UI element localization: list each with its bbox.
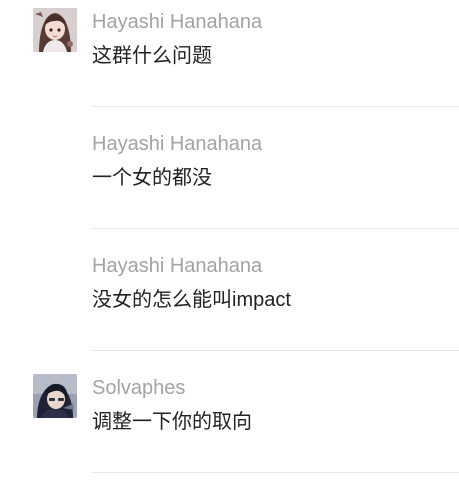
avatar[interactable] (33, 8, 77, 52)
avatar[interactable] (33, 374, 77, 418)
author-name[interactable]: Hayashi Hanahana (92, 9, 262, 35)
message-feed: Hayashi Hanahana 这群什么问题 Hayashi Hanahana… (0, 0, 459, 488)
author-name[interactable]: Solvaphes (92, 375, 185, 401)
message-text: 调整一下你的取向 (92, 411, 252, 433)
message-item: Hayashi Hanahana 没女的怎么能叫impact (0, 244, 459, 366)
anime-girl-avatar-icon (33, 8, 77, 52)
dark-haired-character-avatar-icon (33, 374, 77, 418)
message-text: 一个女的都没 (92, 167, 212, 189)
divider (92, 350, 459, 351)
message-item: Hayashi Hanahana 这群什么问题 (0, 0, 459, 122)
author-name[interactable]: Hayashi Hanahana (92, 253, 262, 279)
divider (92, 472, 459, 473)
author-name[interactable]: Hayashi Hanahana (92, 131, 262, 157)
divider (92, 106, 459, 107)
message-item: Hayashi Hanahana 一个女的都没 (0, 122, 459, 244)
message-text: 没女的怎么能叫impact (92, 289, 291, 311)
divider (92, 228, 459, 229)
message-text: 这群什么问题 (92, 45, 212, 67)
message-item: Solvaphes 调整一下你的取向 (0, 366, 459, 488)
